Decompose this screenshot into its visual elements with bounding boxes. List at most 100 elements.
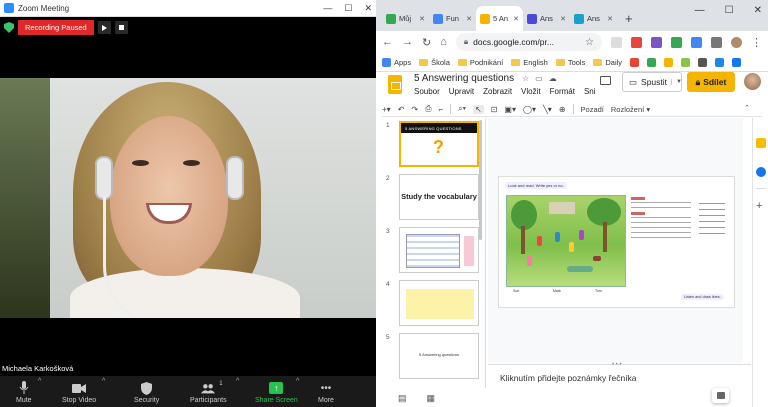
keep-icon[interactable]: [756, 138, 766, 148]
account-avatar[interactable]: [744, 73, 761, 90]
background-button[interactable]: Pozadí: [581, 105, 604, 114]
print-icon[interactable]: ⎙: [425, 104, 431, 114]
shape-icon[interactable]: ◯▾: [523, 105, 536, 114]
audio-options-caret[interactable]: ^: [38, 378, 41, 385]
extension-icon[interactable]: [671, 36, 682, 48]
bookmark-folder-skola[interactable]: Škola: [419, 58, 450, 67]
present-button[interactable]: ▭ Spustit ▼: [622, 72, 682, 92]
line-icon[interactable]: ╲▾: [543, 105, 552, 114]
maximize-icon[interactable]: ☐: [344, 3, 352, 14]
new-tab-icon[interactable]: +: [625, 11, 633, 26]
grid-view-icon[interactable]: ▤: [398, 393, 407, 404]
home-icon[interactable]: ⌂: [440, 36, 447, 48]
share-button[interactable]: 🔒︎ Sdílet: [687, 72, 735, 92]
layout-button[interactable]: Rozložení ▾: [611, 105, 650, 114]
share-options-caret[interactable]: ^: [296, 378, 299, 385]
slides-logo-icon[interactable]: [388, 75, 402, 94]
menu-edit[interactable]: Upravit: [449, 87, 474, 96]
add-addon-icon[interactable]: +: [756, 200, 762, 212]
bookmark-icon[interactable]: [681, 57, 691, 67]
minimize-icon[interactable]: —: [695, 5, 705, 16]
bookmark-folder-daily[interactable]: Daily: [593, 58, 622, 67]
bookmark-folder-english[interactable]: English: [511, 58, 548, 67]
redo-icon[interactable]: ↷: [411, 105, 418, 114]
chrome-menu-icon[interactable]: ⋮: [751, 36, 762, 49]
close-tab-icon[interactable]: ✕: [419, 15, 425, 23]
text-box-icon[interactable]: ⊡: [491, 105, 498, 114]
present-dropdown-icon[interactable]: ▼: [671, 79, 682, 85]
slide-thumbnail-selected[interactable]: 5 ANSWERING QUESTIONS ?: [399, 121, 479, 167]
close-icon[interactable]: ✕: [364, 3, 372, 14]
more-button[interactable]: ••• More: [318, 381, 334, 405]
filmstrip-view-icon[interactable]: ▦: [427, 393, 436, 404]
menu-slide[interactable]: Sni: [584, 87, 596, 96]
extension-icon[interactable]: [631, 36, 642, 48]
comments-icon[interactable]: [600, 76, 611, 85]
thumbnail-row[interactable]: 1 5 ANSWERING QUESTIONS ?: [382, 118, 485, 171]
minimize-icon[interactable]: —: [323, 3, 332, 14]
close-tab-icon[interactable]: ✕: [560, 15, 566, 23]
participant-video[interactable]: [0, 78, 376, 318]
profile-avatar-icon[interactable]: [731, 36, 742, 48]
drive-icon[interactable]: [647, 57, 657, 67]
resize-handle-icon[interactable]: • • •: [612, 362, 622, 368]
share-screen-button[interactable]: ↑ Share Screen: [255, 381, 298, 404]
bookmark-icon[interactable]: [698, 57, 708, 67]
bookmark-star-icon[interactable]: ☆: [585, 37, 594, 48]
tasks-icon[interactable]: [756, 167, 766, 177]
bookmark-folder-tools[interactable]: Tools: [555, 58, 585, 67]
extension-icon[interactable]: [651, 36, 662, 48]
close-tab-icon[interactable]: ✕: [607, 15, 613, 23]
back-icon[interactable]: ←: [382, 36, 393, 48]
tab-5[interactable]: Ans ✕: [570, 6, 617, 31]
slide-thumbnail[interactable]: 5 Answering questions: [399, 333, 479, 379]
participants-options-caret[interactable]: ^: [236, 378, 239, 385]
undo-icon[interactable]: ↶: [398, 105, 405, 114]
star-icon[interactable]: ☆: [522, 74, 529, 83]
bookmark-icon[interactable]: [732, 57, 742, 67]
bookmark-icon[interactable]: [664, 57, 674, 67]
current-slide[interactable]: Look and read. Write yes or no. Sue Mark…: [498, 176, 735, 308]
extension-icon[interactable]: [691, 36, 702, 48]
menu-insert[interactable]: Vložit: [521, 87, 541, 96]
thumbnail-row[interactable]: 5 5 Answering questions: [382, 330, 485, 383]
stop-video-button[interactable]: Stop Video: [62, 381, 96, 404]
tab-1[interactable]: Můj ✕: [382, 6, 429, 31]
tab-3-active[interactable]: 5 An ✕: [476, 6, 523, 31]
reload-icon[interactable]: ↻: [422, 36, 431, 49]
filmstrip-scrollbar[interactable]: [479, 120, 482, 240]
explore-button[interactable]: [712, 388, 729, 403]
paint-format-icon[interactable]: ⌐: [439, 105, 444, 114]
close-icon[interactable]: ✕: [754, 5, 762, 16]
menu-file[interactable]: Soubor: [414, 87, 440, 96]
bookmark-folder-podnikani[interactable]: Podnikání: [457, 58, 503, 67]
menu-format[interactable]: Formát: [550, 87, 575, 96]
image-icon[interactable]: ▣▾: [504, 105, 516, 114]
comment-add-icon[interactable]: ⊕: [559, 105, 566, 114]
collapse-toolbar-icon[interactable]: ⌃: [744, 104, 750, 112]
move-folder-icon[interactable]: ▭: [535, 74, 543, 83]
slide-canvas[interactable]: Look and read. Write yes or no. Sue Mark…: [488, 118, 743, 363]
gmail-icon[interactable]: [630, 57, 640, 67]
participants-button[interactable]: 1 Participants: [190, 381, 227, 404]
video-options-caret[interactable]: ^: [102, 378, 105, 385]
maximize-icon[interactable]: ☐: [725, 5, 734, 16]
zoom-icon[interactable]: ⌕▾: [458, 104, 466, 114]
mute-button[interactable]: Mute: [16, 381, 32, 404]
select-tool-icon[interactable]: ↖: [473, 104, 484, 114]
url-field[interactable]: 🔒︎ docs.google.com/pr... ☆: [455, 33, 602, 51]
slide-thumbnail[interactable]: [399, 227, 479, 273]
thumbnail-row[interactable]: 4: [382, 277, 485, 330]
tab-2[interactable]: Fun ✕: [429, 6, 476, 31]
slide-thumbnail[interactable]: [399, 280, 479, 326]
document-title[interactable]: 5 Answering questions: [414, 73, 514, 84]
close-tab-icon[interactable]: ✕: [513, 15, 519, 23]
slide-thumbnail[interactable]: Study the vocabulary: [399, 174, 479, 220]
shield-icon[interactable]: [4, 22, 14, 33]
resume-recording-button[interactable]: [97, 21, 111, 34]
extension-icon[interactable]: [611, 36, 622, 48]
stop-recording-button[interactable]: [114, 21, 128, 34]
security-button[interactable]: Security: [134, 381, 159, 404]
close-tab-icon[interactable]: ✕: [466, 15, 472, 23]
bookmark-apps[interactable]: Apps: [382, 57, 411, 67]
